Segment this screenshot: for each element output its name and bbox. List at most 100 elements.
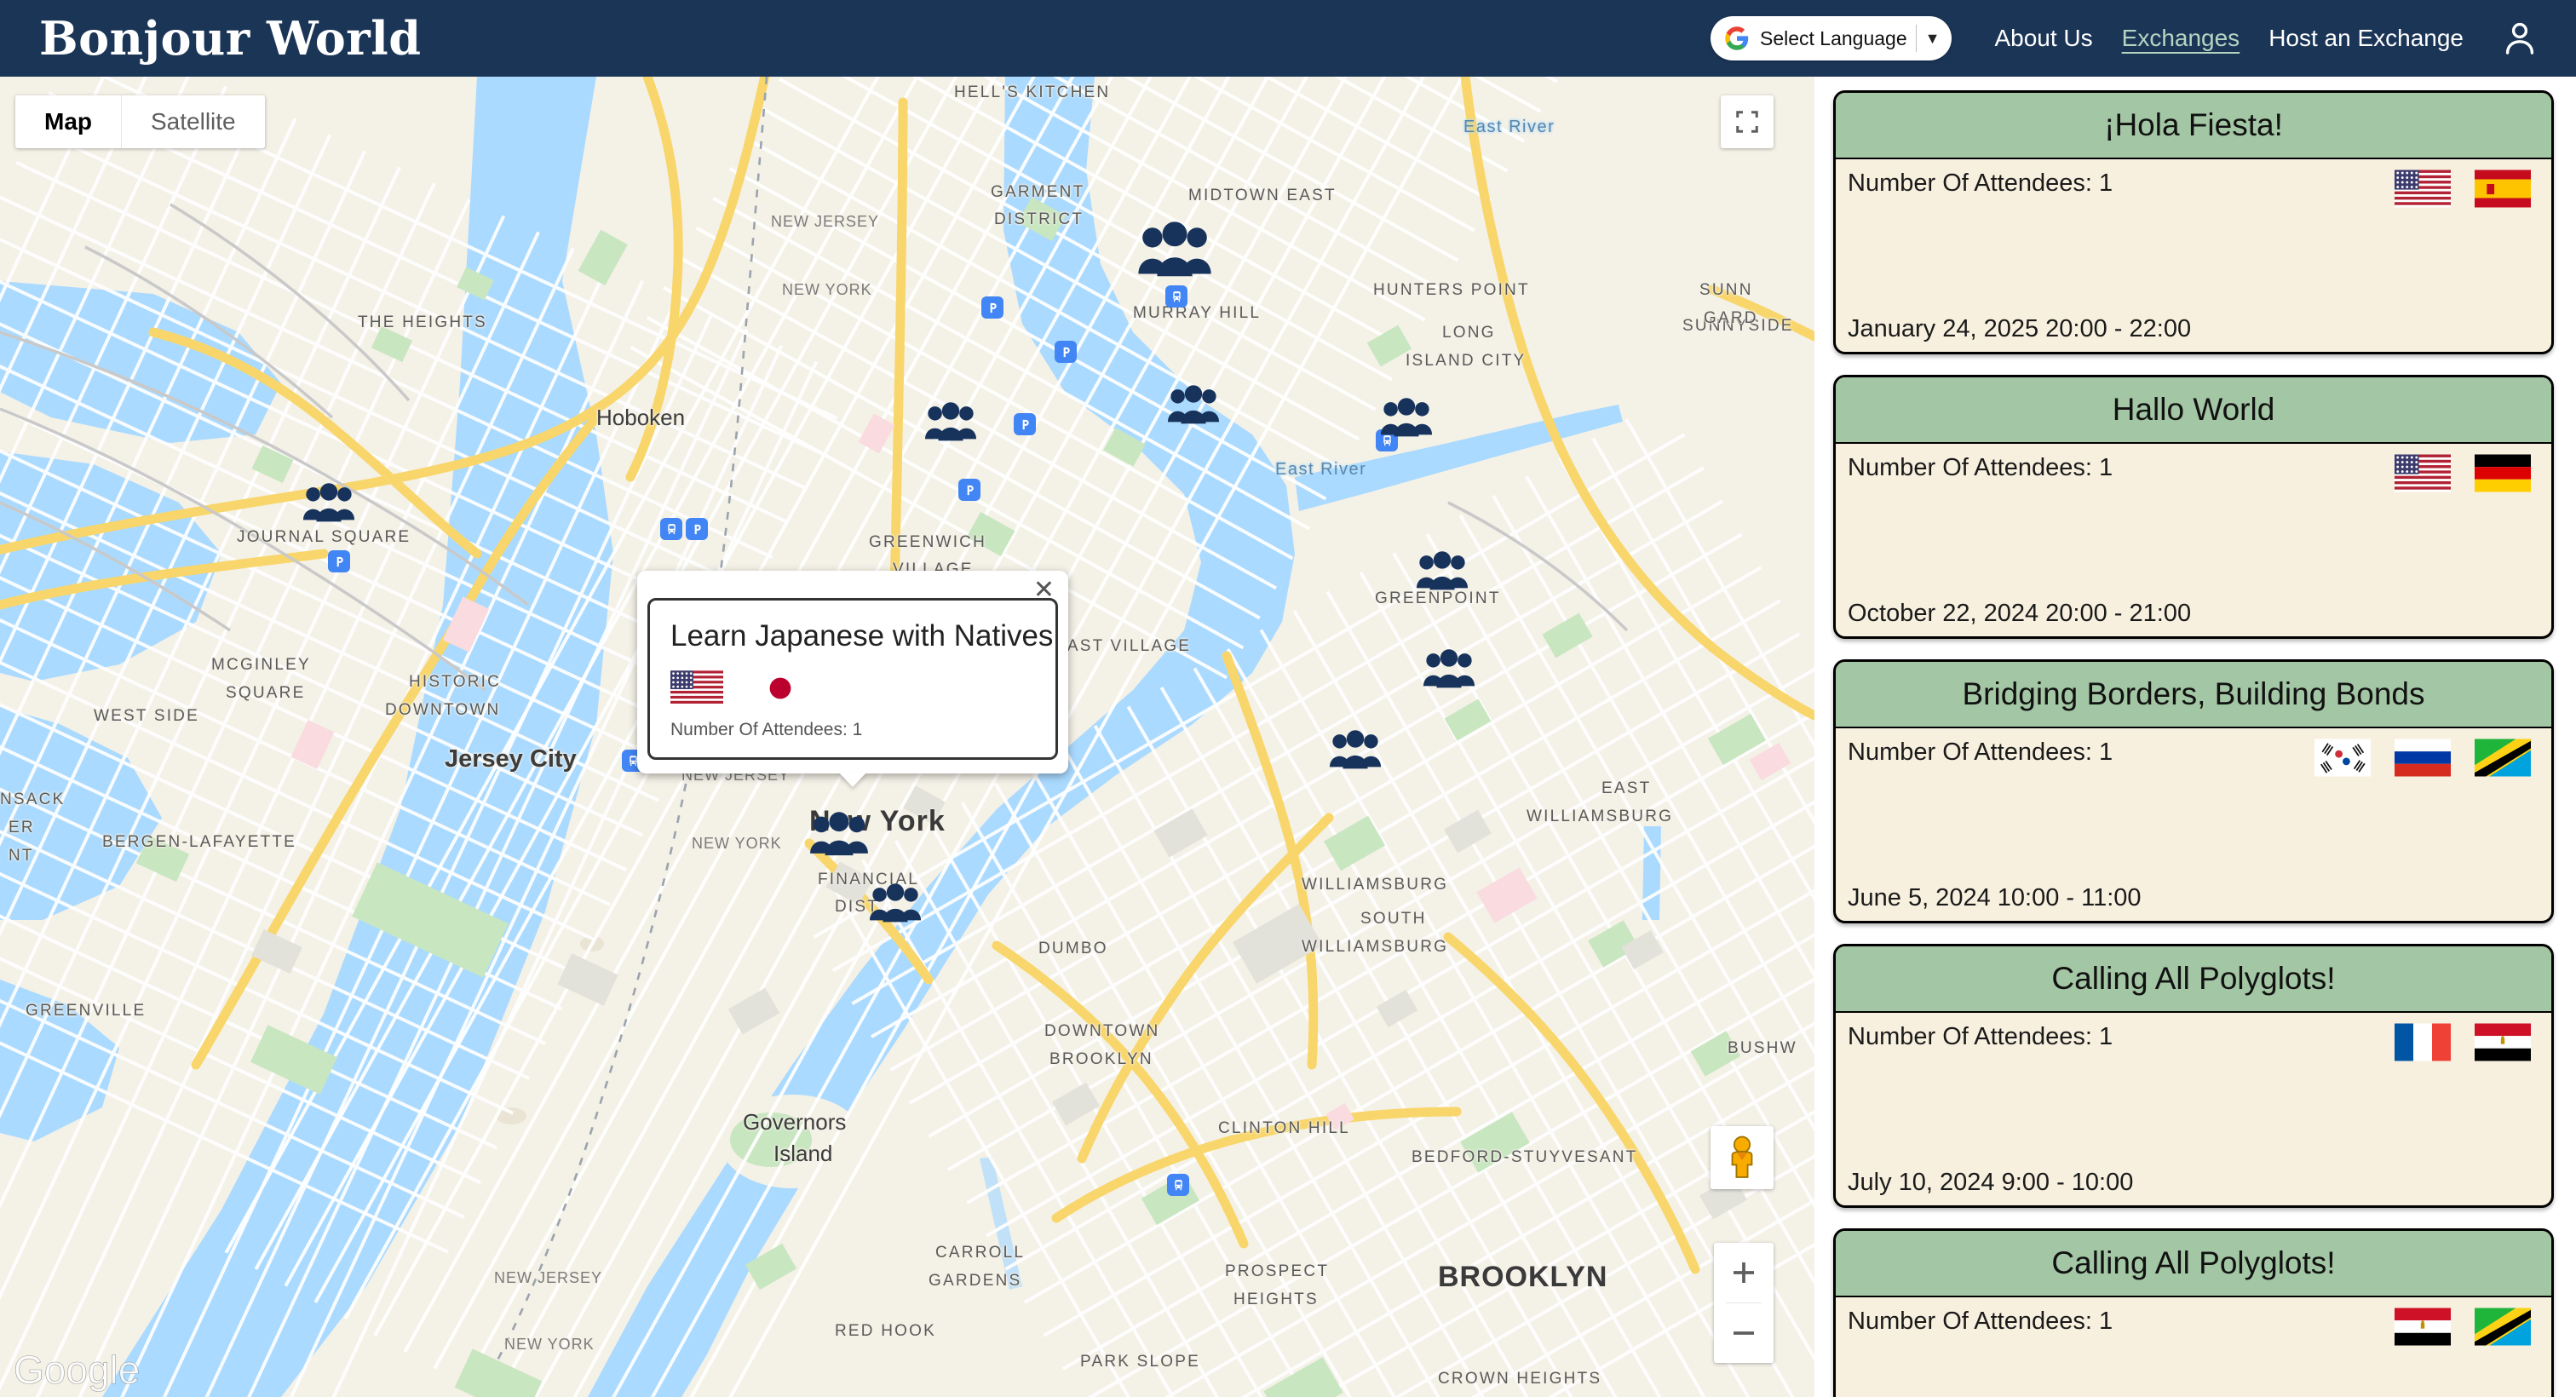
map-event-marker[interactable]	[1380, 392, 1433, 445]
map-event-marker[interactable]	[1423, 643, 1475, 696]
group-of-people-icon	[1329, 730, 1382, 769]
group-of-people-icon	[810, 812, 868, 856]
zoom-control[interactable]	[1714, 1243, 1774, 1363]
top-navbar: Bonjour World Select Language ▼ About Us…	[0, 0, 2576, 77]
event-card[interactable]: Calling All Polyglots! Number Of Attendee…	[1833, 944, 2554, 1208]
translate-selected-language: Select Language	[1759, 26, 1907, 49]
flag-tz-icon	[2475, 1308, 2531, 1346]
map-event-marker[interactable]	[924, 396, 977, 449]
chevron-down-icon[interactable]: ▼	[1925, 31, 1941, 46]
close-icon[interactable]: ✕	[1033, 578, 1055, 603]
flag-de-icon	[2475, 454, 2531, 492]
map-type-control[interactable]: Map Satellite	[15, 95, 265, 148]
parking-icon[interactable]	[1014, 413, 1036, 435]
transit-icon[interactable]	[1167, 1174, 1189, 1196]
event-flags	[2395, 454, 2539, 492]
flag-us-icon	[2395, 170, 2451, 208]
google-g-icon	[1725, 26, 1749, 50]
google-translate-widget[interactable]: Select Language ▼	[1710, 16, 1952, 60]
event-title: Bridging Borders, Building Bonds	[1962, 676, 2425, 711]
group-of-people-icon	[1138, 221, 1211, 277]
event-card[interactable]: Calling All Polyglots! Number Of Attendee…	[1833, 1228, 2554, 1397]
parking-icon[interactable]	[328, 550, 350, 572]
map-type-satellite-button[interactable]: Satellite	[121, 95, 265, 148]
event-card-body: Number Of Attendees: 1 January 24, 2025 2…	[1836, 159, 2551, 352]
map-event-marker[interactable]	[809, 805, 869, 865]
event-card-header: Bridging Borders, Building Bonds	[1836, 662, 2551, 728]
info-window-attendees: Number Of Attendees: 1	[670, 720, 863, 739]
map-event-marker[interactable]	[869, 877, 922, 930]
event-card-top-row: Number Of Attendees: 1	[1848, 170, 2539, 208]
transit-icon[interactable]	[660, 518, 682, 540]
event-card-body: Number Of Attendees: 1 June 5, 2024 10:00…	[1836, 728, 2551, 921]
event-card-header: ¡Hola Fiesta!	[1836, 93, 2551, 159]
info-window-title: Learn Japanese with Natives	[670, 619, 1054, 653]
event-card-header: Calling All Polyglots!	[1836, 946, 2551, 1013]
map-event-marker[interactable]	[1329, 724, 1382, 777]
event-card-header: Calling All Polyglots!	[1836, 1231, 2551, 1297]
map-info-window[interactable]: ✕ Learn Japanese with Natives Number Of …	[637, 571, 1068, 773]
google-watermark: Google	[14, 1348, 141, 1393]
map-event-marker[interactable]	[302, 477, 355, 530]
map-event-marker[interactable]	[1137, 213, 1212, 288]
nav-link-exchanges[interactable]: Exchanges	[2122, 25, 2240, 52]
svg-text:Google: Google	[14, 1348, 140, 1392]
event-attendees: Number Of Attendees: 1	[1848, 739, 2113, 766]
event-card[interactable]: Bridging Borders, Building Bonds Number O…	[1833, 659, 2554, 923]
zoom-in-button[interactable]	[1714, 1243, 1774, 1302]
flag-tz-icon	[2475, 739, 2531, 777]
event-title: Hallo World	[2112, 392, 2275, 427]
flag-eg-icon	[2395, 1308, 2451, 1346]
flag-eg-icon	[2475, 1023, 2531, 1061]
nav-right-group: Select Language ▼ About Us Exchanges Hos…	[1710, 16, 2540, 60]
map-type-map-button[interactable]: Map	[15, 95, 121, 148]
flag-es-icon	[2475, 170, 2531, 208]
zoom-out-button[interactable]	[1714, 1303, 1774, 1363]
map-panel[interactable]: HELL'S KITCHEN GARMENT DISTRICT MIDTOWN EAS…	[0, 77, 1814, 1397]
translate-separator	[1915, 25, 1917, 52]
fullscreen-icon	[1736, 111, 1758, 133]
parking-icon[interactable]	[981, 296, 1003, 319]
map-event-marker[interactable]	[1416, 545, 1469, 598]
event-card-header: Hallo World	[1836, 377, 2551, 444]
event-card-top-row: Number Of Attendees: 1	[1848, 1023, 2539, 1061]
minus-icon	[1734, 1331, 1754, 1335]
transit-icon[interactable]	[1165, 285, 1187, 308]
event-card-top-row: Number Of Attendees: 1	[1848, 454, 2539, 492]
parking-icon[interactable]	[1055, 341, 1077, 363]
event-title: Calling All Polyglots!	[2051, 961, 2336, 996]
info-window-content: Learn Japanese with Natives Number Of At…	[647, 598, 1058, 760]
event-card-top-row: Number Of Attendees: 1	[1848, 739, 2539, 777]
plus-icon	[1734, 1262, 1754, 1283]
nav-link-about-us[interactable]: About Us	[1994, 25, 2092, 52]
map-event-marker[interactable]	[1167, 379, 1220, 432]
flag-jp-icon	[754, 670, 807, 706]
event-datetime: July 10, 2024 9:00 - 10:00	[1848, 1169, 2134, 1196]
event-datetime: October 22, 2024 20:00 - 21:00	[1848, 600, 2192, 627]
person-icon[interactable]	[2499, 18, 2540, 59]
group-of-people-icon	[1423, 649, 1475, 688]
event-flags	[2395, 1023, 2539, 1061]
flag-us-icon	[670, 670, 723, 706]
nav-link-host-an-exchange[interactable]: Host an Exchange	[2268, 25, 2464, 52]
site-logo[interactable]: Bonjour World	[39, 11, 421, 66]
event-datetime: January 24, 2025 20:00 - 22:00	[1848, 315, 2192, 342]
parking-icon[interactable]	[686, 518, 708, 540]
parking-icon[interactable]	[958, 479, 980, 501]
flag-kr-icon	[2314, 739, 2371, 777]
group-of-people-icon	[302, 483, 355, 522]
event-card[interactable]: Hallo World Number Of Attendees: 1 October…	[1833, 375, 2554, 639]
flag-ru-icon	[2395, 739, 2451, 777]
event-datetime: June 5, 2024 10:00 - 11:00	[1848, 884, 2142, 911]
flag-fr-icon	[2395, 1023, 2451, 1061]
event-card-body: Number Of Attendees: 1 October 22, 2024 2…	[1836, 444, 2551, 636]
group-of-people-icon	[1380, 398, 1433, 437]
event-flags	[2314, 739, 2539, 777]
event-card-top-row: Number Of Attendees: 1	[1848, 1308, 2539, 1346]
event-card[interactable]: ¡Hola Fiesta! Number Of Attendees: 1 Janua…	[1833, 90, 2554, 354]
street-view-pegman-button[interactable]	[1711, 1126, 1774, 1189]
group-of-people-icon	[869, 883, 922, 923]
events-sidebar[interactable]: ¡Hola Fiesta! Number Of Attendees: 1 Janua…	[1814, 77, 2576, 1397]
fullscreen-button[interactable]	[1721, 95, 1774, 148]
info-window-flags	[670, 670, 1035, 706]
